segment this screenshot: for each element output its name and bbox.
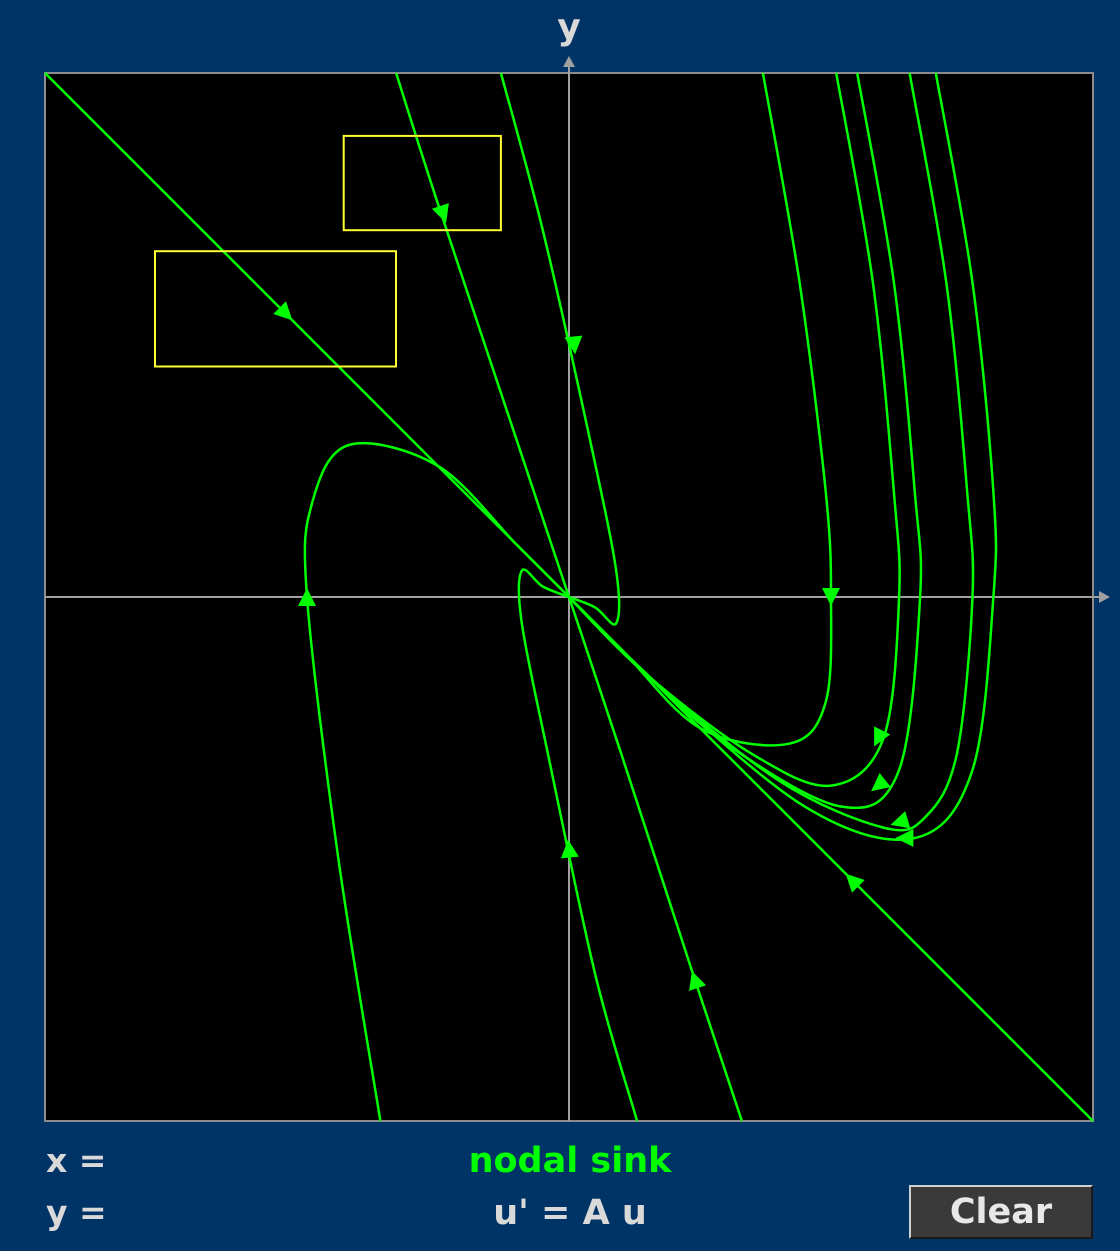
equation-label: u' = A u xyxy=(493,1193,647,1233)
x-coordinate-readout: x = xyxy=(46,1141,107,1180)
x-axis-arrowhead xyxy=(1099,591,1110,603)
clear-button[interactable]: Clear xyxy=(909,1185,1093,1239)
y-axis-arrowhead xyxy=(563,56,575,67)
phase-plane[interactable] xyxy=(0,0,1120,1135)
classification-label: nodal sink xyxy=(468,1141,672,1181)
phase-plane-app: y x = y = nodal sink u' = A u Clear xyxy=(0,0,1120,1251)
y-coordinate-readout: y = xyxy=(46,1193,107,1232)
